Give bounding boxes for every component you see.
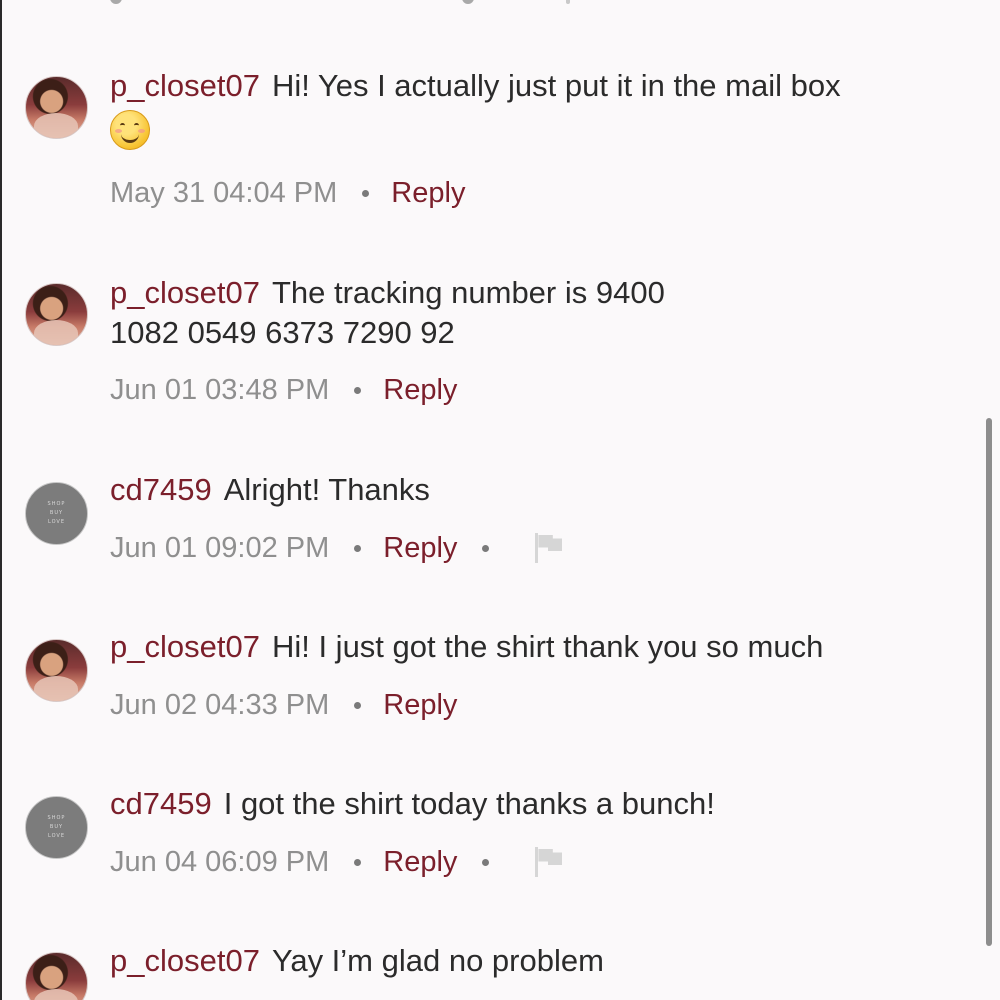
reply-button[interactable]: Reply [391,175,465,211]
comment-username[interactable]: p_closet07 [110,943,260,978]
comment-meta: Jun 04 06:09 PM Reply [110,844,565,880]
previous-comment-cut-off [110,0,630,8]
left-edge-divider [0,0,2,1000]
user-avatar[interactable]: SHOP BUY LOVE [25,482,88,545]
comment-date: May 31 04:04 PM [110,177,338,209]
vertical-scrollbar[interactable] [986,418,992,946]
comment-body: p_closet07 Hi! Yes I actually just put it… [110,66,960,150]
comment-date: Jun 01 09:02 PM [110,532,330,564]
avatar-text: SHOP [47,501,66,507]
comment-body: p_closet07 The tracking number is 9400 10… [110,273,700,353]
comment-meta: Jun 01 03:48 PM Reply [110,372,457,408]
comment-date: Jun 04 06:09 PM [110,846,330,878]
separator-dot [354,544,362,552]
comment-text: I got the shirt today thanks a bunch! [223,786,715,821]
separator-dot [354,386,362,394]
separator-dot [482,544,490,552]
reply-button[interactable]: Reply [383,530,457,566]
comment-username[interactable]: p_closet07 [110,629,260,664]
comment-meta: May 31 04:04 PM Reply [110,175,465,211]
avatar-text: SHOP [47,815,66,821]
reply-button[interactable]: Reply [383,687,457,723]
avatar-text: BUY [49,824,64,830]
comment-text: Hi! Yes I actually just put it in the ma… [271,68,841,103]
comment-body: cd7459 Alright! Thanks [110,470,960,510]
comment-date: Jun 01 03:48 PM [110,374,330,406]
report-flag-icon[interactable] [533,531,565,565]
comment-username[interactable]: p_closet07 [110,275,260,310]
comment-username[interactable]: cd7459 [110,472,212,507]
separator-dot [482,858,490,866]
separator-dot [354,701,362,709]
separator-dot [362,189,370,197]
avatar-text: LOVE [47,519,66,525]
comment-username[interactable]: cd7459 [110,786,212,821]
comment-body: p_closet07 Hi! I just got the shirt thank… [110,627,960,667]
comments-screen: p_closet07 Hi! Yes I actually just put it… [0,0,1000,1000]
avatar-text: LOVE [47,833,66,839]
smiling-face-emoji-icon [110,110,150,150]
comment-meta: Jun 02 04:33 PM Reply [110,687,457,723]
comment-meta: Jun 01 09:02 PM Reply [110,530,565,566]
comment-date: Jun 02 04:33 PM [110,689,330,721]
separator-dot [354,858,362,866]
comment-text: Yay I’m glad no problem [271,943,604,978]
user-avatar[interactable]: SHOP BUY LOVE [25,796,88,859]
comment-body: cd7459 I got the shirt today thanks a bun… [110,784,960,824]
reply-button[interactable]: Reply [383,372,457,408]
report-flag-icon[interactable] [533,845,565,879]
user-avatar[interactable] [25,283,88,346]
avatar-text: BUY [49,510,64,516]
comment-username[interactable]: p_closet07 [110,68,260,103]
user-avatar[interactable] [25,952,88,1000]
comment-text: Alright! Thanks [223,472,430,507]
user-avatar[interactable] [25,76,88,139]
user-avatar[interactable] [25,639,88,702]
comment-text: Hi! I just got the shirt thank you so mu… [271,629,824,664]
reply-button[interactable]: Reply [383,844,457,880]
comment-body: p_closet07 Yay I’m glad no problem [110,941,960,981]
